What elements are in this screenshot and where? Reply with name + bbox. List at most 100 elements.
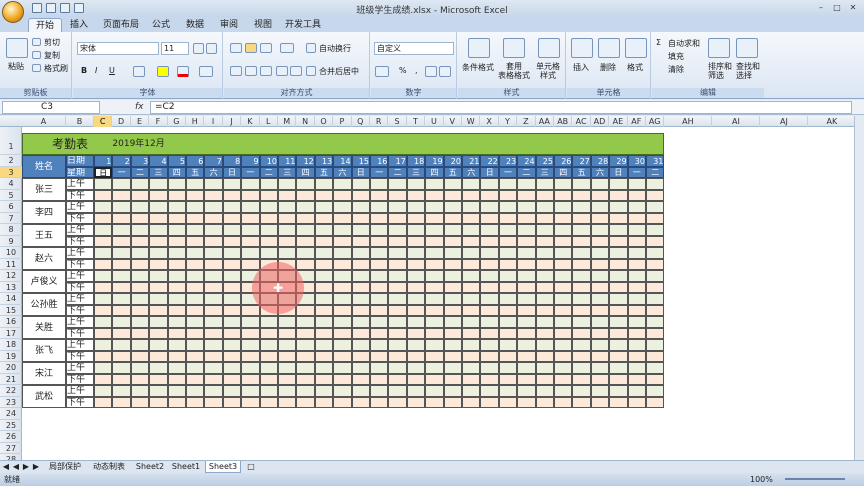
weekday-cell[interactable]: 五 xyxy=(314,166,334,178)
attendance-cell-am[interactable] xyxy=(94,224,113,236)
attendance-cell-am[interactable] xyxy=(259,339,278,351)
attendance-cell-am[interactable] xyxy=(370,339,389,351)
attendance-cell-pm[interactable] xyxy=(609,212,628,224)
tab-insert[interactable]: 插入 xyxy=(64,18,94,32)
row-header-4[interactable]: 4 xyxy=(0,178,22,190)
day-number-cell[interactable]: 8 xyxy=(222,155,242,167)
attendance-cell-am[interactable] xyxy=(462,224,481,236)
attendance-cell-am[interactable] xyxy=(94,178,113,190)
attendance-cell-pm[interactable] xyxy=(462,304,481,316)
attendance-cell-pm[interactable] xyxy=(535,373,554,385)
cut-button[interactable]: 剪切 xyxy=(44,37,60,48)
weekday-cell[interactable]: 日 xyxy=(609,166,628,178)
attendance-cell-pm[interactable] xyxy=(388,258,407,270)
attendance-cell-pm[interactable] xyxy=(480,235,499,247)
column-header-p[interactable]: P xyxy=(333,116,352,127)
attendance-cell-pm[interactable] xyxy=(186,396,205,408)
attendance-cell-am[interactable] xyxy=(222,362,242,374)
conditional-format-button[interactable]: 条件格式 xyxy=(462,62,494,73)
pm-label[interactable]: 下午 xyxy=(66,327,94,339)
attendance-cell-am[interactable] xyxy=(480,293,499,305)
attendance-cell-am[interactable] xyxy=(333,178,352,190)
attendance-cell-am[interactable] xyxy=(333,201,352,213)
attendance-cell-am[interactable] xyxy=(167,362,186,374)
attendance-cell-am[interactable] xyxy=(94,385,113,397)
attendance-cell-pm[interactable] xyxy=(204,327,223,339)
attendance-cell-pm[interactable] xyxy=(535,304,554,316)
attendance-cell-pm[interactable] xyxy=(517,373,536,385)
attendance-cell-am[interactable] xyxy=(112,224,131,236)
sheet-tab-active[interactable]: Sheet3 xyxy=(205,461,241,473)
attendance-cell-pm[interactable] xyxy=(646,396,665,408)
row-header-17[interactable]: 17 xyxy=(0,328,22,339)
attendance-cell-pm[interactable] xyxy=(204,212,223,224)
attendance-cell-am[interactable] xyxy=(314,293,334,305)
attendance-cell-pm[interactable] xyxy=(590,304,610,316)
attendance-cell-am[interactable] xyxy=(443,339,462,351)
fill-color-icon[interactable] xyxy=(157,66,169,77)
attendance-cell-am[interactable] xyxy=(480,362,499,374)
am-label[interactable]: 上午 xyxy=(66,247,94,259)
attendance-cell-pm[interactable] xyxy=(241,350,260,362)
attendance-cell-am[interactable] xyxy=(498,247,518,259)
attendance-cell-pm[interactable] xyxy=(259,396,278,408)
attendance-cell-am[interactable] xyxy=(259,385,278,397)
attendance-cell-am[interactable] xyxy=(462,270,481,282)
sort-filter-button[interactable]: 排序和 筛选 xyxy=(708,62,732,80)
attendance-cell-am[interactable] xyxy=(554,339,573,351)
attendance-cell-am[interactable] xyxy=(425,201,444,213)
find-select-button[interactable]: 查找和 选择 xyxy=(736,62,760,80)
student-name[interactable]: 关胜 xyxy=(22,316,66,339)
attendance-cell-am[interactable] xyxy=(406,247,426,259)
row-header-22[interactable]: 22 xyxy=(0,385,22,397)
attendance-cell-pm[interactable] xyxy=(351,189,370,201)
attendance-cell-pm[interactable] xyxy=(462,212,481,224)
student-name[interactable]: 宋江 xyxy=(22,362,66,385)
attendance-cell-pm[interactable] xyxy=(186,350,205,362)
attendance-cell-pm[interactable] xyxy=(443,327,462,339)
attendance-cell-am[interactable] xyxy=(94,316,113,328)
day-number-cell[interactable]: 15 xyxy=(351,155,370,167)
day-number-cell[interactable]: 27 xyxy=(572,155,591,167)
attendance-cell-am[interactable] xyxy=(296,385,315,397)
attendance-cell-am[interactable] xyxy=(149,178,168,190)
attendance-cell-am[interactable] xyxy=(204,339,223,351)
attendance-cell-pm[interactable] xyxy=(535,350,554,362)
increase-decimal-icon[interactable] xyxy=(425,66,437,77)
attendance-cell-pm[interactable] xyxy=(572,258,591,270)
attendance-cell-am[interactable] xyxy=(425,316,444,328)
am-label[interactable]: 上午 xyxy=(66,270,94,282)
attendance-cell-pm[interactable] xyxy=(296,189,315,201)
attendance-cell-pm[interactable] xyxy=(590,373,610,385)
prev-sheet-icon[interactable]: ◀ xyxy=(12,461,20,473)
attendance-cell-pm[interactable] xyxy=(186,373,205,385)
attendance-cell-pm[interactable] xyxy=(112,327,131,339)
attendance-cell-am[interactable] xyxy=(498,201,518,213)
attendance-cell-pm[interactable] xyxy=(406,327,426,339)
attendance-cell-am[interactable] xyxy=(425,339,444,351)
attendance-cell-pm[interactable] xyxy=(94,373,113,385)
attendance-cell-pm[interactable] xyxy=(462,189,481,201)
attendance-cell-am[interactable] xyxy=(572,316,591,328)
attendance-cell-am[interactable] xyxy=(112,385,131,397)
attendance-cell-pm[interactable] xyxy=(406,281,426,293)
attendance-cell-pm[interactable] xyxy=(186,304,205,316)
tab-formulas[interactable]: 公式 xyxy=(146,18,176,32)
attendance-cell-am[interactable] xyxy=(370,201,389,213)
am-label[interactable]: 上午 xyxy=(66,362,94,374)
day-number-cell[interactable]: 23 xyxy=(498,155,518,167)
currency-icon[interactable] xyxy=(375,66,389,77)
attendance-cell-am[interactable] xyxy=(204,178,223,190)
column-header-j[interactable]: J xyxy=(223,116,242,127)
attendance-cell-am[interactable] xyxy=(443,385,462,397)
attendance-cell-pm[interactable] xyxy=(443,212,462,224)
attendance-cell-am[interactable] xyxy=(222,293,242,305)
attendance-cell-pm[interactable] xyxy=(149,235,168,247)
weekday-cell[interactable]: 二 xyxy=(646,166,665,178)
attendance-cell-pm[interactable] xyxy=(222,350,242,362)
row-header-19[interactable]: 19 xyxy=(0,351,22,362)
attendance-cell-pm[interactable] xyxy=(149,212,168,224)
attendance-cell-am[interactable] xyxy=(609,385,628,397)
increase-indent-icon[interactable] xyxy=(290,66,302,76)
attendance-cell-am[interactable] xyxy=(517,224,536,236)
